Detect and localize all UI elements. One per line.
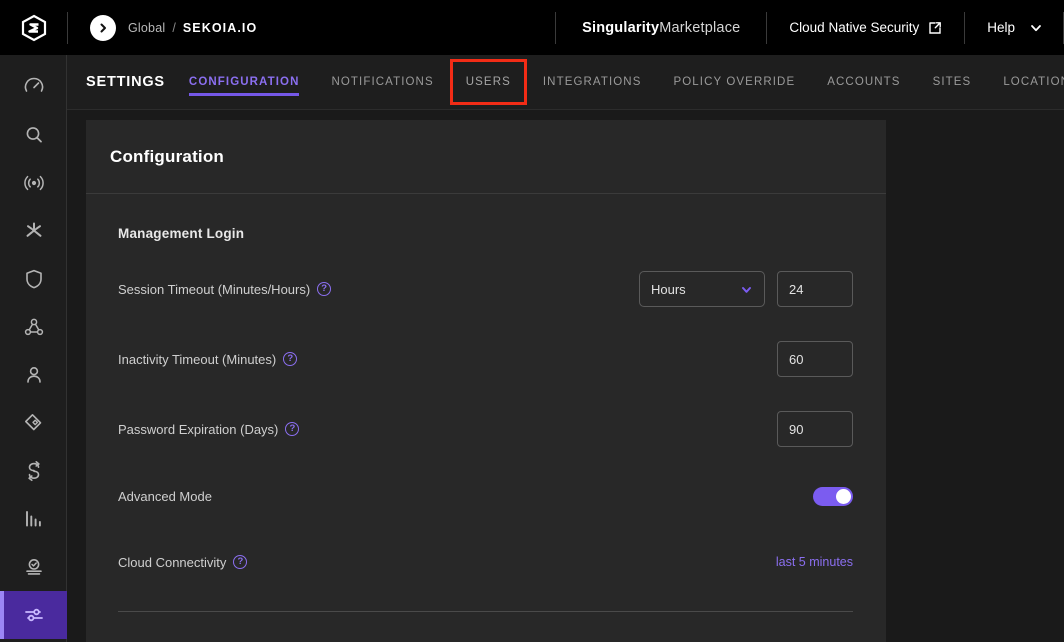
marketplace-suffix: Marketplace [659, 20, 740, 36]
row-password-expiration: Password Expiration (Days) ? 90 [118, 411, 853, 447]
inactivity-timeout-input[interactable]: 60 [777, 341, 853, 377]
network-graph-icon [22, 315, 46, 339]
breadcrumb: Global / SEKOIA.IO [68, 15, 257, 41]
chevron-right-icon [97, 22, 109, 34]
tab-policy-override[interactable]: POLICY OVERRIDE [657, 55, 811, 110]
session-timeout-unit-value: Hours [651, 282, 686, 297]
diamond-box-icon [22, 411, 46, 435]
tab-sites[interactable]: SITES [917, 55, 988, 110]
help-menu[interactable]: Help [965, 20, 1063, 35]
bar-chart-icon [22, 507, 46, 531]
row-advanced-mode: Advanced Mode [118, 481, 853, 511]
cloud-connectivity-value[interactable]: last 5 minutes [776, 555, 853, 569]
badge-check-icon [22, 555, 46, 579]
sidebar-item-identity[interactable] [0, 351, 67, 399]
configuration-panel: Configuration Management Login Session T… [86, 120, 886, 642]
tab-configuration[interactable]: CONFIGURATION [173, 55, 316, 110]
session-timeout-input[interactable]: 24 [777, 271, 853, 307]
session-timeout-label-group: Session Timeout (Minutes/Hours) ? [118, 282, 331, 297]
question-circle-icon[interactable]: ? [317, 282, 331, 296]
tab-locations[interactable]: LOCATIONS [987, 55, 1064, 110]
page-title: SETTINGS [67, 74, 173, 90]
question-circle-icon[interactable]: ? [285, 422, 299, 436]
inactivity-timeout-controls: 60 [777, 341, 853, 377]
external-link-icon [928, 21, 942, 35]
app-root: Global / SEKOIA.IO SingularityMarketplac… [0, 0, 1064, 642]
marketplace-brand: Singularity [582, 20, 659, 36]
section-title-management-login: Management Login [118, 226, 853, 241]
password-expiration-label-group: Password Expiration (Days) ? [118, 422, 299, 437]
help-label: Help [987, 20, 1015, 35]
toggle-knob [836, 489, 851, 504]
breadcrumb-separator: / [172, 21, 175, 35]
tab-notifications[interactable]: NOTIFICATIONS [315, 55, 449, 110]
tab-integrations[interactable]: INTEGRATIONS [527, 55, 658, 110]
cloud-connectivity-controls: last 5 minutes [776, 555, 853, 569]
sidebar-item-reports[interactable] [0, 495, 67, 543]
sidebar-item-automation[interactable] [0, 447, 67, 495]
question-circle-icon[interactable]: ? [233, 555, 247, 569]
question-circle-icon[interactable]: ? [283, 352, 297, 366]
password-expiration-controls: 90 [777, 411, 853, 447]
sidebar-item-search[interactable] [0, 111, 67, 159]
inactivity-timeout-label-group: Inactivity Timeout (Minutes) ? [118, 352, 297, 367]
broadcast-icon [22, 171, 46, 195]
header-right-group: SingularityMarketplace Cloud Native Secu… [555, 0, 1064, 55]
row-inactivity-timeout: Inactivity Timeout (Minutes) ? 60 [118, 341, 853, 377]
session-timeout-label: Session Timeout (Minutes/Hours) [118, 282, 310, 297]
section-divider [118, 611, 853, 612]
breadcrumb-current[interactable]: SEKOIA.IO [183, 21, 258, 35]
advanced-mode-label: Advanced Mode [118, 489, 212, 504]
expand-scope-button[interactable] [90, 15, 116, 41]
gauge-icon [22, 75, 46, 99]
search-icon [22, 123, 46, 147]
chevron-down-icon [1029, 21, 1043, 35]
sidebar-item-incidents[interactable] [0, 207, 67, 255]
tab-accounts[interactable]: ACCOUNTS [811, 55, 916, 110]
row-session-timeout: Session Timeout (Minutes/Hours) ? Hours … [118, 271, 853, 307]
user-icon [22, 363, 46, 387]
tab-list: CONFIGURATION NOTIFICATIONS USERS INTEGR… [173, 55, 1064, 110]
top-header: Global / SEKOIA.IO SingularityMarketplac… [0, 0, 1064, 55]
password-expiration-label: Password Expiration (Days) [118, 422, 278, 437]
cloud-connectivity-label: Cloud Connectivity [118, 555, 226, 570]
sentinelone-logo-icon[interactable] [0, 0, 67, 55]
sliders-icon [22, 603, 46, 627]
sync-arrows-icon [22, 459, 46, 483]
sidebar-item-sentinels[interactable] [0, 159, 67, 207]
row-cloud-connectivity: Cloud Connectivity ? last 5 minutes [118, 547, 853, 577]
shield-icon [22, 267, 46, 291]
breadcrumb-scope[interactable]: Global [128, 21, 165, 35]
settings-tab-bar: SETTINGS CONFIGURATION NOTIFICATIONS USE… [67, 55, 1064, 110]
sidebar-item-settings[interactable] [0, 591, 67, 639]
tab-users[interactable]: USERS [450, 55, 527, 110]
sidebar-item-network[interactable] [0, 303, 67, 351]
asterisk-icon [22, 219, 46, 243]
singularity-marketplace-link[interactable]: SingularityMarketplace [556, 20, 766, 36]
sidebar-item-assets[interactable] [0, 399, 67, 447]
left-sidebar [0, 55, 67, 642]
sidebar-item-compliance[interactable] [0, 543, 67, 591]
advanced-mode-controls [813, 487, 853, 506]
panel-body: Management Login Session Timeout (Minute… [86, 194, 886, 642]
session-timeout-unit-select[interactable]: Hours [639, 271, 765, 307]
session-timeout-controls: Hours 24 [639, 271, 853, 307]
advanced-mode-label-group: Advanced Mode [118, 489, 212, 504]
advanced-mode-toggle[interactable] [813, 487, 853, 506]
panel-title: Configuration [110, 147, 224, 167]
cloud-native-security-link[interactable]: Cloud Native Security [767, 20, 964, 35]
chevron-down-icon [740, 283, 753, 296]
password-expiration-input[interactable]: 90 [777, 411, 853, 447]
cloud-native-security-label: Cloud Native Security [789, 20, 919, 35]
cloud-connectivity-label-group: Cloud Connectivity ? [118, 555, 247, 570]
panel-header: Configuration [86, 120, 886, 194]
sidebar-item-dashboard[interactable] [0, 63, 67, 111]
inactivity-timeout-label: Inactivity Timeout (Minutes) [118, 352, 276, 367]
sidebar-item-protect[interactable] [0, 255, 67, 303]
